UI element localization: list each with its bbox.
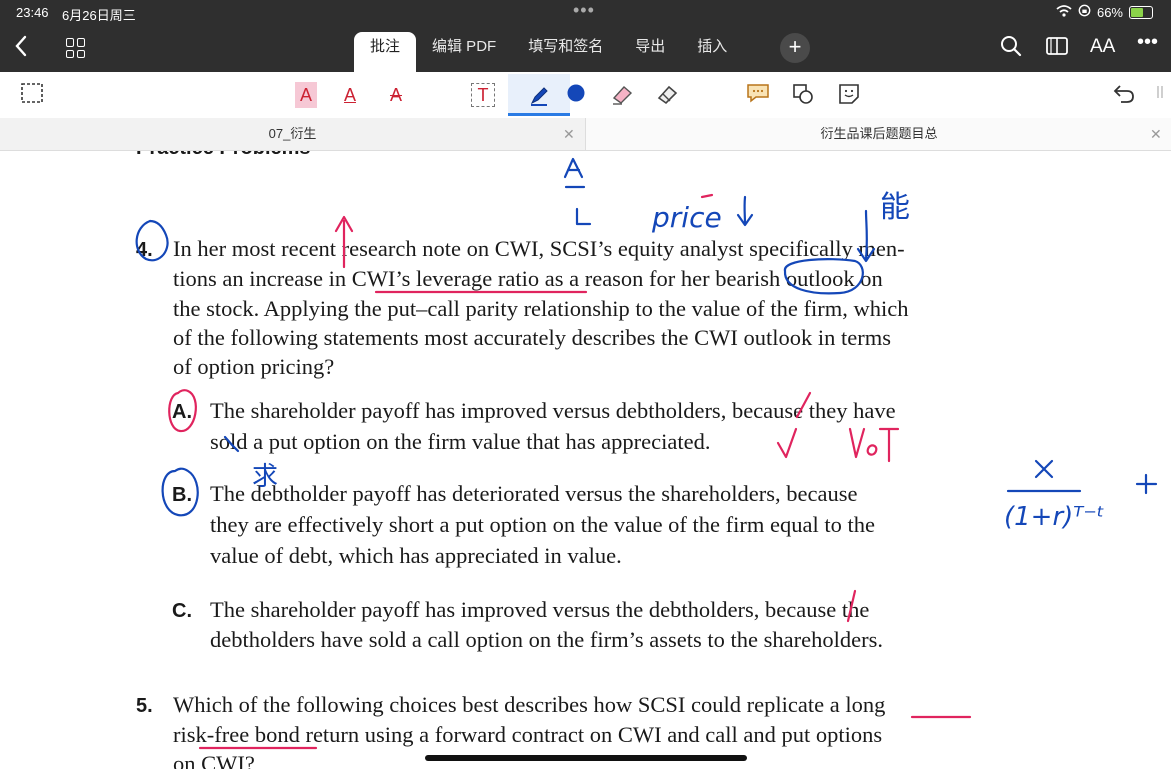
status-date: 6月26日周三 [62,8,136,23]
wifi-icon [1056,4,1072,20]
question-text-line: of option pricing? [173,354,335,379]
question-text-line: of the following statements most accurat… [173,325,891,350]
question-text-line: Which of the following choices best desc… [173,692,886,717]
toolbar-grip-icon[interactable] [1146,82,1171,108]
comment-icon[interactable] [744,82,772,108]
pen-icon[interactable] [508,74,570,116]
option-label: B. [172,484,192,506]
sticker-icon[interactable] [835,82,863,108]
tab-annotate[interactable]: 批注 [354,32,417,72]
question-text-line: In her most recent research note on CWI,… [173,236,905,261]
doc-tab-title: 衍生品课后题题目总 [820,126,938,141]
tab-insert[interactable]: 插入 [681,32,743,72]
shapes-icon[interactable] [789,82,817,108]
option-text-line: The debtholder payoff has deteriorated v… [210,481,858,506]
question-number: 4. [136,239,153,261]
document-tabs: 07_衍生 ✕ 衍生品课后题题目总 ✕ [0,118,1171,151]
question-text-line: risk-free bond return using a forward co… [173,722,883,747]
ink-x [1034,459,1054,479]
ink-l-mark [575,207,592,226]
home-indicator[interactable] [425,755,747,761]
selection-icon[interactable] [18,82,46,108]
close-icon[interactable]: ✕ [563,118,575,150]
option-text-line: value of debt, which has appreciated in … [210,543,622,568]
status-time: 23:46 [16,5,49,20]
status-right: 66% [1056,4,1153,20]
option-text-line: The shareholder payoff has improved vers… [210,398,896,423]
textbox-icon[interactable]: T [471,83,495,107]
thumbnails-grid-icon[interactable] [66,38,86,58]
multitask-dots[interactable]: ••• [573,0,595,21]
option-text-line: The shareholder payoff has improved vers… [210,597,870,622]
tab-export[interactable]: 导出 [619,32,681,72]
highlighter-icon[interactable] [609,82,637,108]
battery-icon [1129,5,1153,19]
status-bar: 23:46 6月26日周三 ••• 66% [0,0,1171,26]
option-label: A. [172,401,192,423]
add-button[interactable]: + [780,33,810,63]
highlight-text-icon[interactable]: A [295,82,317,108]
mode-tabs: 批注 编辑 PDF 填写和签名 导出 插入 [354,32,743,72]
close-icon[interactable]: ✕ [1150,118,1162,150]
ink-price-stroke [700,193,714,199]
option-label: C. [172,600,192,622]
option-text-line: sold a put option on the firm value that… [210,429,711,454]
doc-tab-title: 07_衍生 [268,126,317,141]
doc-tab-2[interactable]: 衍生品课后题题目总 ✕ [585,118,1171,150]
tab-fill-sign[interactable]: 填写和签名 [512,32,619,72]
app-bar: 批注 编辑 PDF 填写和签名 导出 插入 + AA ••• [0,26,1171,72]
ink-a-mark [563,157,586,189]
question-text-line: tions an increase in CWI’s leverage rati… [173,266,883,291]
option-text-line: debtholders have sold a call option on t… [210,627,883,652]
ink-denominator: (1+r)ᵀ⁻ᵗ [1004,502,1105,532]
option-text-line: they are effectively short a put option … [210,512,875,537]
question-text-line: the stock. Applying the put–call parity … [173,296,909,321]
question-number: 5. [136,695,153,717]
question-text-line: on CWI? [173,751,255,769]
strikethrough-text-icon[interactable]: A [382,82,410,108]
eraser-icon[interactable] [654,82,682,108]
annotation-toolbar: A A A T [0,72,1171,119]
back-chevron-icon[interactable] [14,34,28,65]
ink-plus [1135,473,1158,495]
color-dot-icon[interactable] [562,82,590,108]
doc-tab-1[interactable]: 07_衍生 ✕ [0,118,585,150]
font-size-button[interactable]: AA [1090,36,1115,58]
reading-mode-icon[interactable] [1045,35,1069,63]
more-menu-icon[interactable]: ••• [1137,31,1158,54]
tab-edit-pdf[interactable]: 编辑 PDF [416,32,512,72]
ink-price-arrow [736,195,754,227]
undo-icon[interactable] [1110,82,1138,108]
battery-percent: 66% [1096,4,1123,20]
section-heading: Practice Problems [136,151,311,160]
ink-handwritten-char: 能 [880,190,910,225]
ink-price-text: price [651,201,722,234]
underline-text-icon[interactable]: A [336,82,364,108]
pdf-page[interactable]: Practice Problems 4. In her most recent … [0,151,1171,769]
orientation-lock-icon [1078,4,1091,20]
ink-slash-a2 [776,427,798,459]
search-icon[interactable] [1000,35,1022,63]
ink-v0t [848,427,900,463]
